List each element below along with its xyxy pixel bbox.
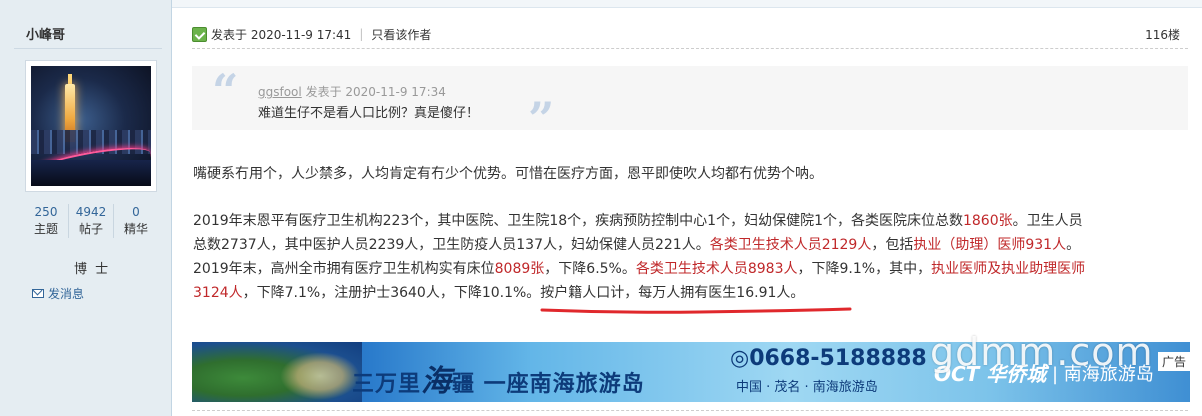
top-strip [0, 0, 1202, 8]
ad-tag: 广告 [1157, 352, 1190, 371]
text-span: 。 [1066, 237, 1081, 253]
text-line: 2019年末，高州全市拥有医疗卫生机构实有床位8089张，下降6.5%。各类卫生… [193, 257, 1183, 281]
text-line: 总数2737人，其中医护人员2239人，卫生防疫人员137人，妇幼保健人员221… [193, 233, 1183, 257]
text-span: 。卫生人员 [1012, 213, 1083, 229]
author-sidebar: 小峰哥 250 主题 4942 帖子 0 精华 博 士 发消息 [0, 0, 172, 416]
text-span: ，下降7.1%，注册护士3640人，下降10.1%。按户籍人口计，每万人拥有医生… [242, 285, 805, 301]
header-divider [192, 48, 1188, 49]
author-rank: 博 士 [74, 262, 111, 277]
stat-value[interactable]: 4942 [69, 204, 113, 220]
text-span: ，下降6.5%。 [544, 261, 636, 277]
quote-close-icon: ” [528, 92, 555, 146]
quote-user-link[interactable]: ggsfool [258, 85, 302, 99]
divider [14, 48, 162, 49]
send-message-link[interactable]: 发消息 [32, 285, 84, 302]
post-paragraph: 嘴硬系冇用个，人少禁多，人均肯定有冇少个优势。可惜在医疗方面，恩平即使吹人均都冇… [193, 166, 823, 182]
text-span: 总数2737人，其中医护人员2239人，卫生防疫人员137人，妇幼保健人员221… [193, 237, 710, 253]
text-span: 2019年末恩平有医疗卫生机构223个，其中医院、卫生院18个，疾病预防控制中心… [193, 213, 963, 229]
bottom-divider [192, 410, 1188, 411]
online-status-icon [192, 26, 207, 42]
banner-slogan-b: 疆 一座南海旅游岛 [452, 372, 645, 397]
stat-label: 主题 [33, 222, 58, 236]
stat-topics[interactable]: 250 主题 [24, 204, 69, 238]
separator: | [359, 27, 364, 41]
text-span: ，包括 [871, 237, 914, 253]
send-message-label: 发消息 [48, 287, 85, 301]
post-statistics-text: 2019年末恩平有医疗卫生机构223个，其中医院、卫生院18个，疾病预防控制中心… [193, 209, 1183, 305]
quote-open-icon: “ [212, 64, 239, 118]
banner-slogan-hai: 海 [421, 364, 453, 399]
floor-number[interactable]: 116楼 [1145, 26, 1180, 43]
stat-posts[interactable]: 4942 帖子 [69, 204, 114, 238]
banner-location: 中国 · 茂名 · 南海旅游岛 [736, 380, 878, 395]
mail-icon [32, 289, 44, 298]
avatar[interactable] [25, 60, 157, 192]
text-line: 2019年末恩平有医疗卫生机构223个，其中医院、卫生院18个，疾病预防控制中心… [193, 209, 1183, 233]
hand-drawn-underline [540, 307, 852, 314]
quote-meta: ggsfool 发表于 2020-11-9 17:34 [258, 83, 446, 100]
avatar-water [31, 160, 151, 186]
author-stats: 250 主题 4942 帖子 0 精华 [24, 204, 158, 238]
stat-digests[interactable]: 0 精华 [114, 204, 158, 238]
banner-beach [280, 352, 360, 400]
quote-timestamp: 发表于 2020-11-9 17:34 [305, 85, 446, 99]
post-header: 发表于 2020-11-9 17:41 | 只看该作者 116楼 [192, 24, 1188, 44]
author-name[interactable]: 小峰哥 [26, 24, 65, 43]
site-watermark: gdmm.com [930, 330, 1154, 374]
only-author-link[interactable]: 只看该作者 [371, 26, 431, 43]
stat-value[interactable]: 0 [114, 204, 158, 220]
stat-label: 精华 [123, 222, 148, 236]
avatar-image [31, 66, 151, 186]
highlight-span: 执业（助理）医师931人 [913, 237, 1067, 253]
text-line: 3124人，下降7.1%，注册护士3640人，下降10.1%。按户籍人口计，每万… [193, 281, 1183, 305]
highlight-span: 1860张 [962, 213, 1013, 229]
highlight-span: 各类卫生技术人员2129人 [709, 237, 872, 253]
text-span: ，下降9.1%，其中， [797, 261, 932, 277]
highlight-span: 各类卫生技术人员8983人 [635, 261, 798, 277]
banner-slogan-a: 三万里 [352, 372, 422, 397]
highlight-span: 8089张 [494, 261, 545, 277]
quote-text: 难道生仔不是看人口比例？真是傻仔！ [258, 106, 480, 121]
highlight-span: 3124人 [193, 285, 243, 301]
quote-block: “ ggsfool 发表于 2020-11-9 17:34 难道生仔不是看人口比… [192, 64, 1188, 142]
banner-phone: ◎0668-5188888 [730, 346, 927, 371]
stat-value[interactable]: 250 [24, 204, 68, 220]
highlight-span: 执业医师及执业助理医师 [931, 261, 1086, 277]
banner-slogan: 三万里海疆 一座南海旅游岛 [352, 356, 645, 400]
post-timestamp: 发表于 2020-11-9 17:41 [211, 27, 352, 42]
text-span: 2019年末，高州全市拥有医疗卫生机构实有床位 [193, 261, 495, 277]
stat-label: 帖子 [78, 222, 103, 236]
